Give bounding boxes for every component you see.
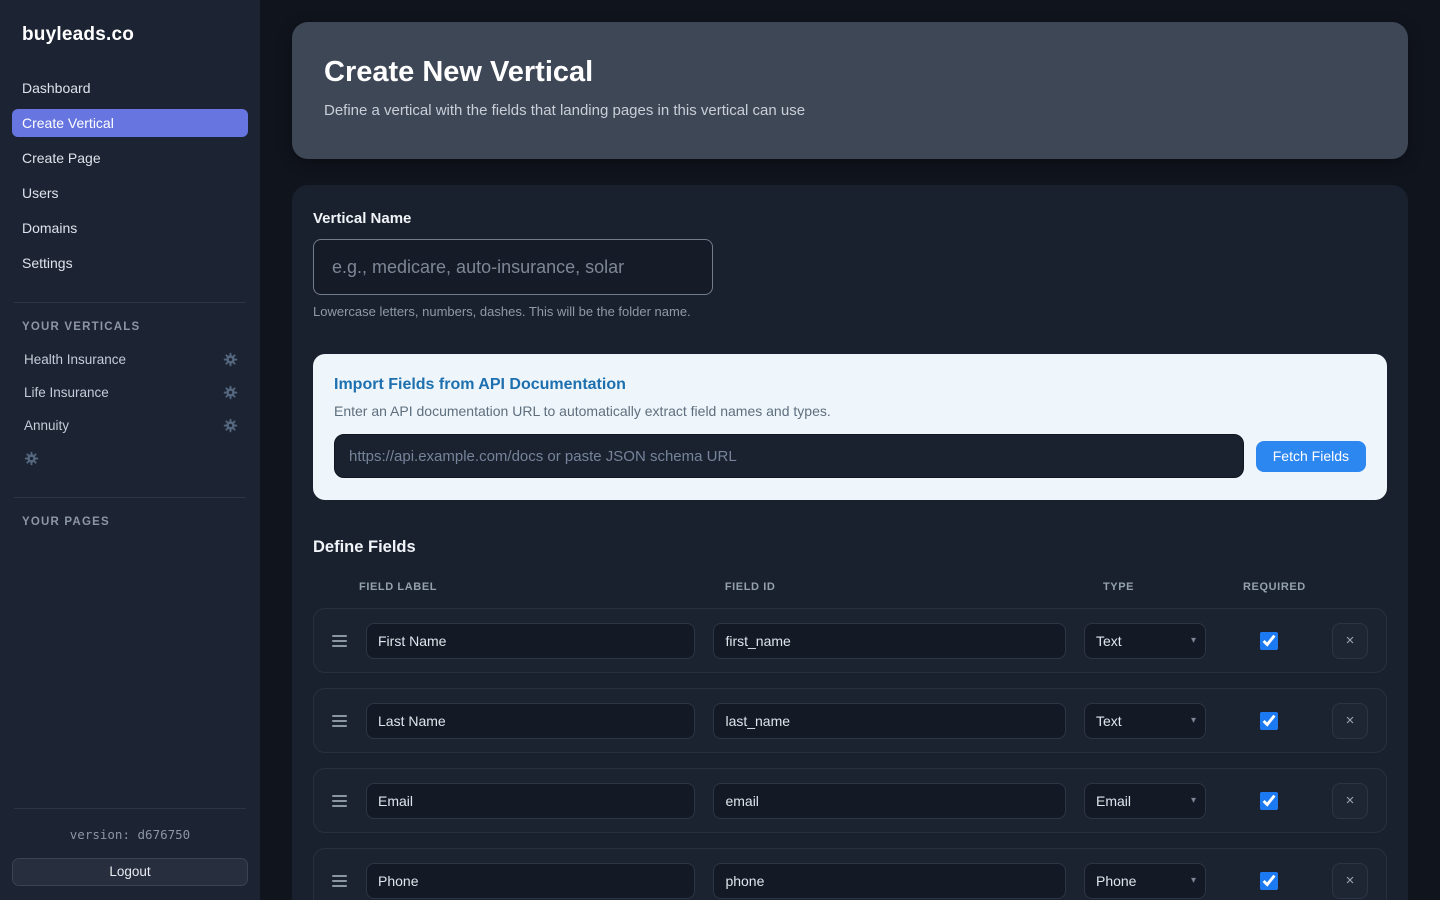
field-label-input[interactable] [366, 862, 696, 899]
drag-handle-icon[interactable] [332, 714, 347, 727]
column-header-field-label: FIELD LABEL [359, 581, 438, 593]
vertical-name-helper: Lowercase letters, numbers, dashes. This… [313, 304, 691, 319]
field-id-input[interactable] [713, 702, 1066, 739]
sidebar: buyleads.co Dashboard Create Vertical Cr… [0, 0, 260, 900]
vertical-item-health-insurance[interactable]: Health Insurance [12, 347, 248, 372]
vertical-name-label: Vertical Name [313, 210, 412, 227]
vertical-item-life-insurance[interactable]: Life Insurance [12, 380, 248, 405]
create-vertical-form-card: Vertical Name Lowercase letters, numbers… [292, 185, 1408, 900]
vertical-item-label: Life Insurance [24, 385, 109, 400]
logout-button[interactable]: Logout [12, 858, 248, 886]
type-select[interactable]: Text [1083, 702, 1206, 739]
delete-field-button[interactable]: × [1331, 782, 1368, 819]
fields-table-header: FIELD LABEL FIELD ID TYPE REQUIRED [313, 581, 1387, 593]
import-url-row: Fetch Fields [334, 434, 1366, 478]
verticals-section-header: YOUR VERTICALS [22, 321, 141, 333]
field-row: Text ▾ × [313, 688, 1387, 753]
vertical-item-label: Annuity [24, 418, 70, 433]
delete-field-button[interactable]: × [1331, 622, 1368, 659]
app-logo: buyleads.co [22, 24, 135, 45]
field-id-input[interactable] [713, 862, 1066, 899]
close-icon: × [1345, 632, 1355, 649]
page-subtitle: Define a vertical with the fields that l… [324, 102, 806, 119]
type-select[interactable]: Email [1083, 782, 1206, 819]
type-select-wrap: Phone ▾ [1083, 862, 1206, 899]
pages-section-header: YOUR PAGES [22, 516, 110, 528]
required-checkbox[interactable] [1259, 711, 1278, 730]
close-icon: × [1345, 872, 1355, 889]
gear-icon[interactable] [24, 451, 39, 466]
sidebar-item-settings[interactable]: Settings [12, 249, 248, 277]
api-url-input[interactable] [334, 434, 1244, 478]
field-label-input[interactable] [366, 702, 696, 739]
column-header-field-id: FIELD ID [724, 581, 776, 593]
sidebar-divider [14, 808, 246, 809]
vertical-item-annuity[interactable]: Annuity [12, 413, 248, 438]
type-select[interactable]: Text [1083, 622, 1206, 659]
version-label: version: d676750 [69, 827, 191, 842]
import-panel-description: Enter an API documentation URL to automa… [334, 403, 831, 419]
drag-handle-icon[interactable] [332, 634, 347, 647]
field-label-input[interactable] [366, 782, 696, 819]
gear-icon[interactable] [223, 418, 238, 433]
gear-icon[interactable] [223, 385, 238, 400]
page-title: Create New Vertical [324, 56, 594, 88]
column-header-type: TYPE [1102, 581, 1135, 593]
sidebar-item-create-vertical[interactable]: Create Vertical [12, 109, 248, 137]
sidebar-item-users[interactable]: Users [12, 179, 248, 207]
sidebar-footer: version: d676750 Logout [12, 790, 248, 886]
required-checkbox[interactable] [1259, 791, 1278, 810]
vertical-item-unnamed[interactable] [12, 446, 248, 471]
page-header-card: Create New Vertical Define a vertical wi… [292, 22, 1408, 159]
drag-handle-icon[interactable] [332, 874, 347, 887]
import-panel-title: Import Fields from API Documentation [334, 376, 626, 393]
drag-handle-icon[interactable] [332, 794, 347, 807]
define-fields-title: Define Fields [313, 538, 416, 556]
sidebar-item-domains[interactable]: Domains [12, 214, 248, 242]
main-nav: Dashboard Create Vertical Create Page Us… [12, 74, 248, 284]
sidebar-divider [14, 302, 246, 303]
vertical-item-label: Health Insurance [24, 352, 127, 367]
delete-field-button[interactable]: × [1331, 702, 1368, 739]
field-id-input[interactable] [713, 622, 1066, 659]
type-select-wrap: Text ▾ [1083, 702, 1206, 739]
vertical-name-input[interactable] [313, 239, 713, 295]
sidebar-divider [14, 497, 246, 498]
field-row: Text ▾ × [313, 608, 1387, 673]
field-row: Phone ▾ × [313, 848, 1387, 900]
required-checkbox[interactable] [1259, 631, 1278, 650]
type-select[interactable]: Phone [1083, 862, 1206, 899]
close-icon: × [1345, 712, 1355, 729]
import-fields-panel: Import Fields from API Documentation Ent… [313, 354, 1387, 500]
fetch-fields-button[interactable]: Fetch Fields [1255, 440, 1366, 472]
sidebar-item-dashboard[interactable]: Dashboard [12, 74, 248, 102]
column-header-required: REQUIRED [1242, 581, 1306, 593]
sidebar-item-create-page[interactable]: Create Page [12, 144, 248, 172]
delete-field-button[interactable]: × [1331, 862, 1368, 899]
field-label-input[interactable] [366, 622, 696, 659]
field-id-input[interactable] [713, 782, 1066, 819]
main-content: Create New Vertical Define a vertical wi… [260, 0, 1440, 900]
type-select-wrap: Email ▾ [1083, 782, 1206, 819]
gear-icon[interactable] [223, 352, 238, 367]
required-checkbox[interactable] [1259, 871, 1278, 890]
type-select-wrap: Text ▾ [1083, 622, 1206, 659]
field-row: Email ▾ × [313, 768, 1387, 833]
close-icon: × [1345, 792, 1355, 809]
